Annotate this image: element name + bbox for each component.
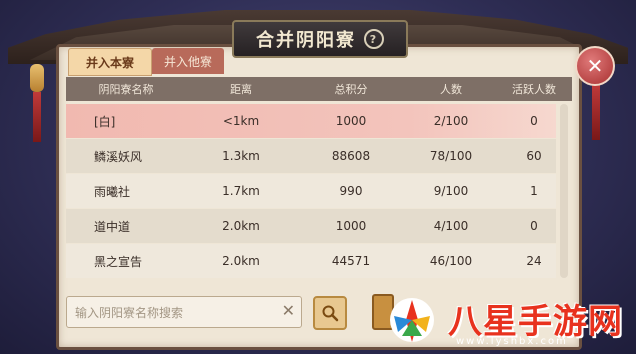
- row-distance: 2.0km: [222, 219, 260, 233]
- watermark: 八星手游网 www.lyshbx.com: [380, 292, 636, 354]
- right-lantern: [586, 84, 606, 140]
- close-button[interactable]: ✕: [575, 46, 615, 86]
- watermark-url: www.lyshbx.com: [456, 336, 568, 347]
- row-members: 46/100: [429, 254, 473, 268]
- search-input[interactable]: [73, 302, 267, 324]
- row-distance: <1km: [222, 114, 260, 128]
- row-members: 4/100: [433, 219, 469, 233]
- row-points: 44571: [331, 254, 371, 268]
- row-members: 78/100: [429, 149, 473, 163]
- search-icon: [322, 305, 339, 322]
- table-row[interactable]: 道中道 2.0km 1000 4/100 0: [66, 209, 556, 243]
- row-name: 黑之宣告: [94, 254, 143, 269]
- clear-icon[interactable]: ✕: [282, 301, 295, 320]
- table-row-selected[interactable]: [白] <1km 1000 2/100 0: [66, 104, 556, 138]
- row-name: [白]: [94, 114, 116, 129]
- col-points: 总积分: [334, 83, 368, 96]
- window-title-plate: 合并阴阳寮 ?: [232, 20, 408, 58]
- row-points: 1000: [335, 114, 367, 128]
- row-distance: 1.3km: [222, 149, 260, 163]
- row-points: 1000: [335, 219, 367, 233]
- guild-list: [白] <1km 1000 2/100 0 鳞溪妖风 1.3km 88608 7…: [66, 104, 556, 279]
- search-box: ✕: [66, 296, 302, 328]
- row-members: 9/100: [433, 184, 469, 198]
- row-name: 雨曦社: [94, 184, 131, 199]
- row-distance: 1.7km: [222, 184, 260, 198]
- row-name: 道中道: [94, 219, 131, 234]
- watermark-logo: [390, 298, 434, 342]
- row-points: 88608: [331, 149, 371, 163]
- close-icon: ✕: [586, 54, 604, 78]
- window-title: 合并阴阳寮: [256, 30, 356, 51]
- col-distance: 距离: [230, 83, 252, 96]
- col-name: 阴阳寮名称: [98, 83, 154, 96]
- row-members: 2/100: [433, 114, 469, 128]
- table-row[interactable]: 雨曦社 1.7km 990 9/100 1: [66, 174, 556, 208]
- list-scrollbar[interactable]: [560, 104, 568, 278]
- row-distance: 2.0km: [222, 254, 260, 268]
- row-name: 鳞溪妖风: [94, 149, 143, 164]
- col-active: 活跃人数: [512, 83, 556, 96]
- tab-merge-into-own[interactable]: 并入本寮: [68, 48, 152, 76]
- table-row[interactable]: 鳞溪妖风 1.3km 88608 78/100 60: [66, 139, 556, 173]
- table-row[interactable]: 黑之宣告 2.0km 44571 46/100 24: [66, 244, 556, 278]
- search-button[interactable]: [313, 296, 347, 330]
- tab-merge-into-other[interactable]: 并入他寮: [152, 48, 224, 74]
- left-lantern: [26, 64, 48, 148]
- col-members: 人数: [440, 83, 462, 96]
- row-points: 990: [339, 184, 363, 198]
- help-icon[interactable]: ?: [364, 29, 384, 49]
- table-header: 阴阳寮名称 距离 总积分 人数 活跃人数: [66, 77, 572, 101]
